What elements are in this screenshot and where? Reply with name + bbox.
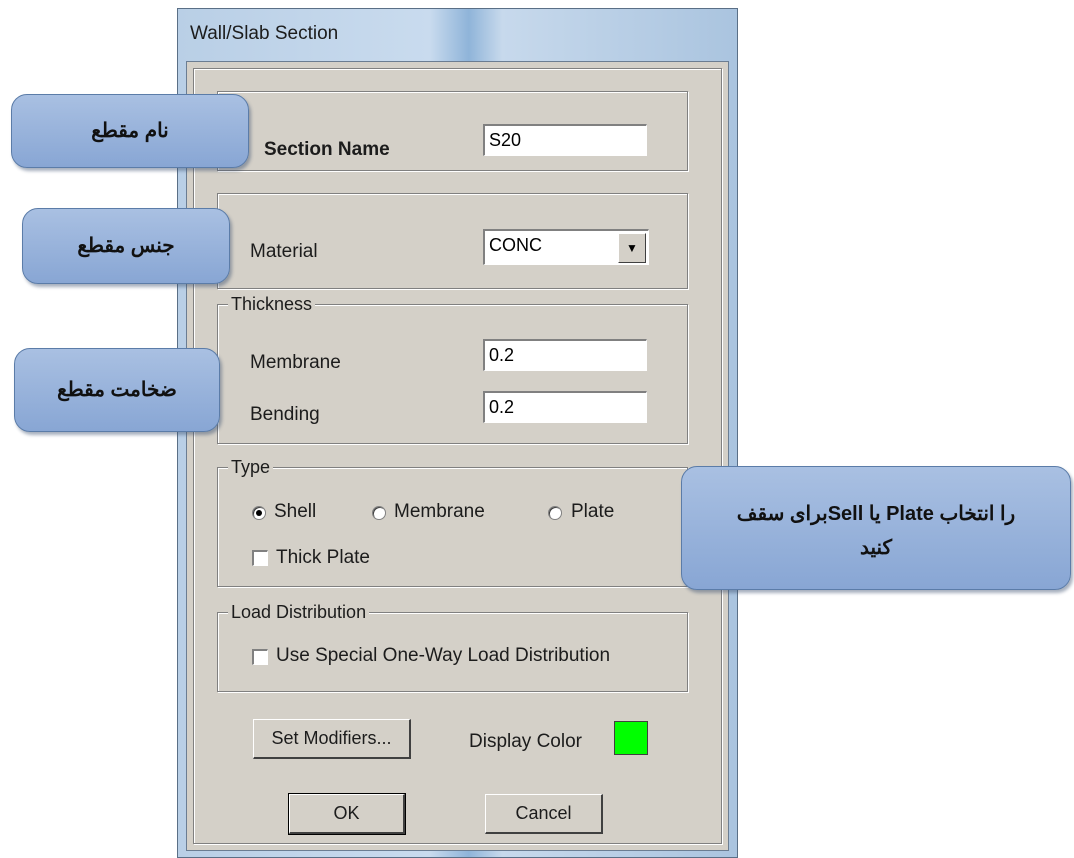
membrane-thickness-input[interactable]: 0.2 <box>483 339 647 371</box>
annotation-section-name: نام مقطع <box>11 94 249 168</box>
thick-plate-checkbox[interactable] <box>252 550 268 566</box>
dialog-client-area: Section Name S20 Material CONC ▼ Thickne… <box>186 61 729 851</box>
thickness-legend: Thickness <box>228 294 316 314</box>
type-group: Type <box>217 457 688 587</box>
annotation-type-line1: را انتخاب Plate یا Sellبرای سقف <box>736 503 1016 525</box>
material-dropdown[interactable]: CONC ▼ <box>483 229 649 265</box>
annotation-material: جنس مقطع <box>22 208 230 284</box>
window-title: Wall/Slab Section <box>190 23 339 44</box>
material-label: Material <box>250 241 318 262</box>
one-way-load-label: Use Special One-Way Load Distribution <box>276 645 611 666</box>
display-color-label: Display Color <box>469 731 582 752</box>
radio-selected-dot <box>256 510 262 516</box>
one-way-load-checkbox[interactable] <box>252 649 268 665</box>
annotation-type-line2: کنید <box>859 537 893 559</box>
dialog-window: Wall/Slab Section Section Name S20 Mater… <box>177 8 738 858</box>
radio-membrane[interactable] <box>372 506 386 520</box>
thick-plate-label: Thick Plate <box>276 547 370 568</box>
membrane-label: Membrane <box>250 352 341 373</box>
section-name-input[interactable]: S20 <box>483 124 647 156</box>
load-distribution-legend: Load Distribution <box>228 602 370 622</box>
dialog-inner-frame: Section Name S20 Material CONC ▼ Thickne… <box>193 68 722 844</box>
cancel-button[interactable]: Cancel <box>485 794 603 834</box>
ok-button[interactable]: OK <box>288 793 406 835</box>
radio-plate[interactable] <box>548 506 562 520</box>
chevron-down-icon[interactable]: ▼ <box>618 233 646 263</box>
radio-plate-label: Plate <box>571 501 615 522</box>
section-name-label: Section Name <box>264 139 390 160</box>
type-legend: Type <box>228 457 274 477</box>
radio-shell[interactable] <box>252 506 266 520</box>
set-modifiers-button[interactable]: Set Modifiers... <box>253 719 411 759</box>
material-dropdown-value: CONC <box>489 235 542 255</box>
radio-membrane-label: Membrane <box>394 501 485 522</box>
display-color-swatch[interactable] <box>614 721 648 755</box>
annotation-thickness: ضخامت مقطع <box>14 348 220 432</box>
bending-label: Bending <box>250 404 320 425</box>
radio-shell-label: Shell <box>274 501 317 522</box>
bending-thickness-input[interactable]: 0.2 <box>483 391 647 423</box>
annotation-type: را انتخاب Plate یا Sellبرای سقف کنید <box>681 466 1071 590</box>
